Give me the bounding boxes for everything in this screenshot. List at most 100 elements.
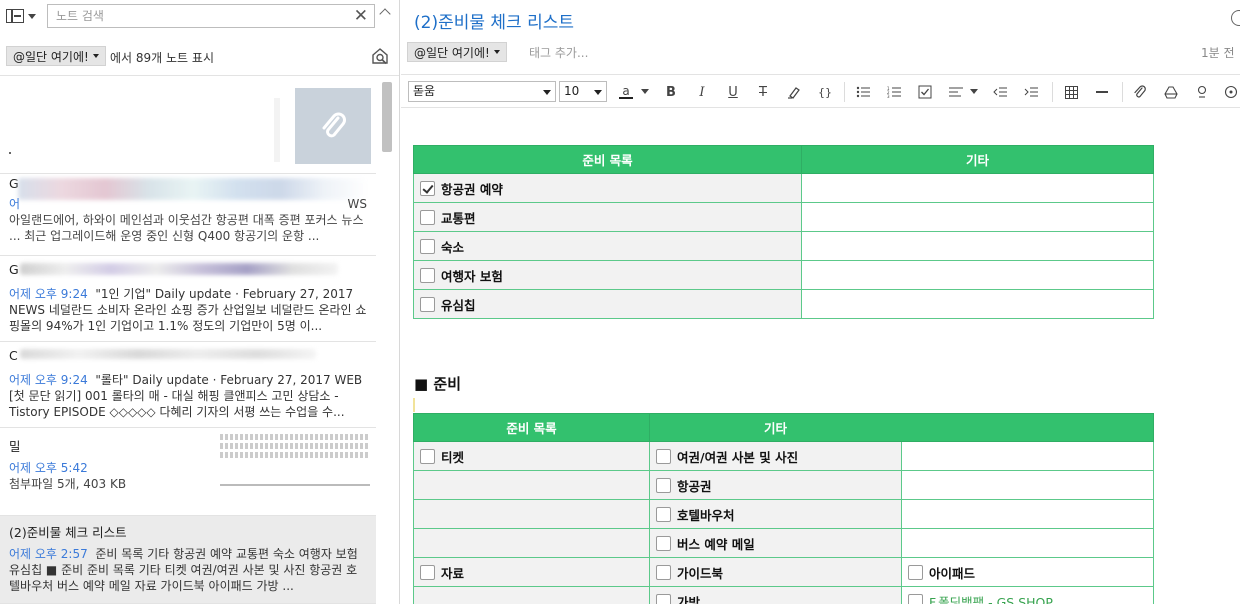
more-button[interactable]: [1223, 83, 1239, 101]
cell-text: 유심칩: [441, 297, 476, 313]
table-cell[interactable]: [901, 499, 1154, 529]
table-cell[interactable]: [413, 499, 650, 529]
note-list-topbar: ✕: [0, 0, 399, 32]
list-item-selected[interactable]: (2)준비물 체크 리스트 어제 오후 2:57 준비 목록 기타 항공권 예약…: [0, 516, 376, 604]
highlight-button[interactable]: [785, 83, 803, 101]
bullet-list-button[interactable]: [855, 83, 871, 101]
checkbox[interactable]: [656, 593, 671, 604]
table-cell[interactable]: 티켓: [413, 441, 650, 471]
insert-table-button[interactable]: [1063, 83, 1079, 101]
notebook-select-chip[interactable]: @일단 여기에!: [407, 42, 507, 62]
checkbox[interactable]: [420, 238, 435, 254]
text-color-button[interactable]: a: [617, 83, 635, 101]
table-cell[interactable]: 자료: [413, 557, 650, 587]
checkbox[interactable]: [656, 535, 671, 551]
checkbox-icon: [918, 85, 932, 99]
list-item[interactable]: G 어 WS 아일랜드에어, 하와이 메인섬과 이웃섬간 항공편 대폭 증편 포…: [0, 174, 376, 256]
checkbox[interactable]: [420, 209, 435, 225]
checklist-button[interactable]: [917, 83, 933, 101]
chevron-down-icon[interactable]: [641, 89, 649, 94]
product-link[interactable]: F.폴딩백팩 - GS SHOP: [929, 595, 1053, 604]
checklist-table-1: 준비 목록 기타 항공권 예약 교통편 숙소 여행자 보험 유심칩: [413, 145, 1154, 319]
table-cell[interactable]: 여행자 보험: [413, 260, 802, 290]
add-tag-input[interactable]: 태그 추가...: [529, 44, 588, 61]
table-cell[interactable]: 가방: [649, 586, 902, 604]
checkbox[interactable]: [656, 506, 671, 522]
bold-button[interactable]: B: [663, 83, 679, 101]
attach-button[interactable]: [1132, 83, 1148, 101]
table-cell[interactable]: [801, 231, 1154, 261]
table-cell[interactable]: [413, 586, 650, 604]
checkbox[interactable]: [420, 296, 435, 312]
outdent-button[interactable]: [992, 83, 1008, 101]
drive-button[interactable]: [1163, 83, 1179, 101]
format-toolbar: 돋움 10 a B I U T {} 123: [401, 74, 1240, 108]
table-cell[interactable]: 숙소: [413, 231, 802, 261]
map-button[interactable]: [1194, 83, 1210, 101]
list-item[interactable]: [0, 78, 376, 174]
clear-search-icon[interactable]: ✕: [354, 7, 368, 25]
checkbox-checked[interactable]: [420, 180, 435, 196]
table-cell[interactable]: 버스 예약 메일: [649, 528, 902, 558]
table-cell[interactable]: [801, 260, 1154, 290]
table-cell[interactable]: [901, 441, 1154, 471]
saved-search-icon[interactable]: [371, 47, 389, 65]
note-list-scrollbar[interactable]: [380, 78, 394, 604]
horizontal-rule-button[interactable]: [1094, 83, 1110, 101]
align-button[interactable]: [948, 83, 964, 101]
note-title-field[interactable]: (2)준비물 체크 리스트: [414, 8, 574, 33]
table-cell[interactable]: 가이드북: [649, 557, 902, 587]
strikethrough-button[interactable]: T: [755, 83, 771, 101]
table-cell[interactable]: 교통편: [413, 202, 802, 232]
list-item[interactable]: G 어제 오후 9:24 "1인 기업" Daily update · Febr…: [0, 256, 376, 342]
note-search-box[interactable]: ✕: [47, 4, 375, 28]
table-cell[interactable]: 항공권 예약: [413, 173, 802, 203]
info-icon[interactable]: [1231, 10, 1240, 26]
checkbox[interactable]: [908, 564, 923, 580]
table-cell[interactable]: [901, 528, 1154, 558]
note-search-input[interactable]: [48, 5, 338, 27]
bullet-list-icon: [856, 86, 870, 98]
highlighter-icon: [788, 87, 800, 99]
underline-button[interactable]: U: [725, 83, 741, 101]
indent-button[interactable]: [1023, 83, 1039, 101]
font-family-select[interactable]: 돋움: [408, 81, 556, 102]
table-cell[interactable]: [413, 470, 650, 500]
table-cell[interactable]: F.폴딩백팩 - GS SHOP: [901, 586, 1154, 604]
checkbox[interactable]: [656, 564, 671, 580]
checkbox[interactable]: [656, 477, 671, 493]
list-item[interactable]: C 어제 오후 9:24 "롤타" Daily update · Februar…: [0, 342, 376, 428]
table-cell[interactable]: 여권/여권 사본 및 사진: [649, 441, 902, 471]
note-snippet: 어 WS 아일랜드에어, 하와이 메인섬과 이웃섬간 항공편 대폭 증편 포커스…: [9, 196, 367, 244]
scrollbar-thumb[interactable]: [382, 82, 392, 152]
list-item[interactable]: 밀 어제 오후 5:42 첨부파일 5개, 403 KB: [0, 428, 376, 516]
collapse-up-icon[interactable]: [379, 8, 391, 20]
table-cell[interactable]: [801, 202, 1154, 232]
note-body[interactable]: 준비 목록 기타 항공권 예약 교통편 숙소 여행자 보험 유심칩 ■ 준비 준…: [401, 109, 1240, 604]
table-cell[interactable]: 항공권: [649, 470, 902, 500]
note-snippet: 어제 오후 5:42 첨부파일 5개, 403 KB: [9, 460, 209, 492]
checkbox[interactable]: [420, 448, 435, 464]
numbered-list-button[interactable]: 123: [886, 83, 902, 101]
chevron-down-icon[interactable]: [970, 89, 978, 94]
checkbox[interactable]: [908, 593, 923, 604]
checkbox[interactable]: [420, 267, 435, 283]
table-cell[interactable]: [801, 173, 1154, 203]
tag-row: @일단 여기에! 태그 추가... 1분 전: [401, 38, 1240, 66]
code-block-button[interactable]: {}: [817, 83, 833, 101]
notebook-filter-chip[interactable]: @일단 여기에!: [6, 46, 106, 66]
checkbox[interactable]: [656, 448, 671, 464]
checkbox[interactable]: [420, 564, 435, 580]
table-cell[interactable]: [413, 528, 650, 558]
table-cell[interactable]: 호텔바우처: [649, 499, 902, 529]
table-cell[interactable]: 유심칩: [413, 289, 802, 319]
table-cell[interactable]: [901, 470, 1154, 500]
view-options-button[interactable]: [6, 7, 40, 25]
chevron-down-icon: [28, 13, 36, 19]
table-row: 가방 F.폴딩백팩 - GS SHOP: [413, 586, 1154, 604]
font-size-select[interactable]: 10: [559, 81, 607, 102]
table-cell[interactable]: [801, 289, 1154, 319]
toolbar-divider: [844, 82, 845, 102]
table-cell[interactable]: 아이패드: [901, 557, 1154, 587]
italic-button[interactable]: I: [694, 83, 710, 101]
